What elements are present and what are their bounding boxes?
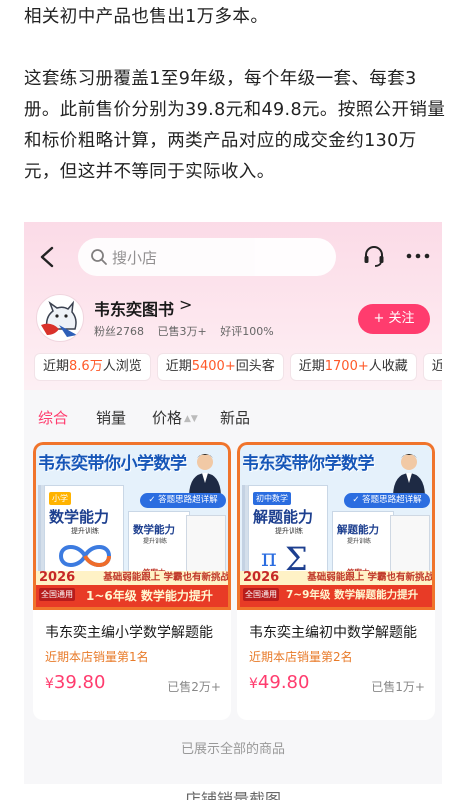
shop-screenshot: 搜小店 韦东奕图书 > 粉丝2768 已售3万+ 好评100% + 关注 近期8…: [24, 222, 442, 784]
sort-bar: 综合 销量 价格 ▲▼ 新品: [24, 392, 442, 444]
banner-year: 2026: [39, 570, 76, 585]
more-options-icon[interactable]: [406, 252, 430, 260]
shop-stats: 粉丝2768 已售3万+ 好评100%: [94, 323, 284, 339]
shop-logo-image: [41, 300, 77, 337]
cover-badge: ✓ 答题思路超详解: [344, 493, 430, 508]
cover-badge: ✓ 答题思路超详解: [140, 493, 226, 508]
product-price: ¥39.80: [45, 672, 106, 693]
shop-sold: 已售3万+: [157, 325, 207, 338]
sort-tab-price[interactable]: 价格 ▲▼: [152, 407, 198, 428]
book-subtitle: 提升训练: [275, 527, 303, 535]
all-products-shown-note: 已展示全部的商品: [180, 742, 285, 757]
product-cover-image: 韦东奕带你小学数学 ✓ 答题思路超详解 小学 数学能力 提升训练 数学能力 提升…: [33, 442, 231, 610]
book-title: 数学能力: [49, 508, 110, 526]
book-main-cover: 小学 数学能力 提升训练: [44, 485, 124, 581]
book-subtitle: 提升训练: [71, 527, 99, 535]
book-title: 解题能力: [253, 508, 314, 526]
product-sold: 已售2万+: [167, 680, 221, 694]
cover-title: 韦东奕带你学数学: [242, 454, 375, 474]
sort-tab-comprehensive[interactable]: 综合: [38, 407, 68, 428]
back-arrow-icon[interactable]: [38, 246, 58, 268]
product-rank: 近期本店销量第2名: [249, 650, 353, 664]
product-card[interactable]: 韦东奕带你小学数学 ✓ 答题思路超详解 小学 数学能力 提升训练 数学能力 提升…: [33, 442, 231, 720]
product-sold: 已售1万+: [371, 680, 425, 694]
cover-banner: 基础弱能跟上 学霸也有新挑战 2026 全国通用 7~9年级 数学解题能力提升: [240, 570, 432, 607]
sort-tab-new[interactable]: 新品: [220, 407, 250, 428]
cover-banner: 基础弱能跟上 学霸也有新挑战 2026 全国通用 1~6年级 数学能力提升: [36, 570, 228, 607]
search-placeholder: 搜小店: [112, 249, 158, 267]
banner-year: 2026: [243, 570, 280, 585]
search-icon: [91, 249, 107, 265]
banner-grade-range: 7~9年级 数学解题能力提升: [286, 589, 419, 601]
book-main-cover: 初中数学 解题能力 提升训练 π Σ: [248, 485, 328, 581]
article-paragraph-1: 相关初中产品也售出1万多本。: [24, 7, 269, 27]
chip-returning[interactable]: 近期5400+回头客: [156, 353, 284, 381]
author-photo-icon: [189, 454, 221, 495]
article-paragraph-2: 这套练习册覆盖1至9年级，每个年级一套、每套3册。此前售价分别为39.8元和49…: [24, 69, 446, 182]
follow-button[interactable]: + 关注: [358, 304, 430, 334]
author-photo-icon: [393, 454, 425, 495]
search-bar[interactable]: 搜小店: [78, 238, 336, 276]
chip-views[interactable]: 近期8.6万人浏览: [34, 353, 151, 381]
banner-national: 全国通用: [39, 588, 75, 601]
product-card[interactable]: 韦东奕带你学数学 ✓ 答题思路超详解 初中数学 解题能力 提升训练 π Σ 解题…: [237, 442, 435, 720]
shop-highlights: 近期8.6万人浏览 近期5400+回头客 近期1700+人收藏近: [34, 353, 442, 381]
customer-service-icon[interactable]: [362, 244, 386, 268]
banner-grade-range: 1~6年级 数学能力提升: [86, 589, 213, 603]
shop-logo[interactable]: [36, 294, 84, 342]
product-title[interactable]: 韦东奕主编初中数学解题能: [249, 622, 429, 642]
shop-chevron-icon[interactable]: >: [179, 295, 192, 314]
shop-rating: 好评100%: [220, 325, 274, 338]
shop-name[interactable]: 韦东奕图书: [94, 296, 174, 320]
chip-truncated[interactable]: 近: [422, 353, 442, 381]
shop-fans: 粉丝2768: [94, 325, 144, 338]
image-caption: 店铺销量截图: [184, 790, 281, 800]
product-rank: 近期本店销量第1名: [45, 650, 149, 664]
product-title[interactable]: 韦东奕主编小学数学解题能: [45, 622, 225, 642]
book-small-subtitle: 提升训练: [347, 538, 372, 545]
sort-toggle-icon: ▲▼: [184, 414, 198, 424]
book-small-subtitle: 提升训练: [143, 538, 168, 545]
banner-national: 全国通用: [243, 588, 279, 601]
book-tag: 小学: [49, 492, 71, 505]
svg-text:π: π: [261, 544, 277, 572]
chip-favorites[interactable]: 近期1700+人收藏: [289, 353, 417, 381]
sort-tab-sales[interactable]: 销量: [96, 407, 126, 428]
cover-title: 韦东奕带你小学数学: [38, 454, 187, 474]
product-price: ¥49.80: [249, 672, 310, 693]
book-small-title: 解题能力: [337, 524, 379, 536]
book-tag: 初中数学: [253, 492, 291, 505]
product-cover-image: 韦东奕带你学数学 ✓ 答题思路超详解 初中数学 解题能力 提升训练 π Σ 解题…: [237, 442, 435, 610]
book-small-title: 数学能力: [133, 524, 175, 536]
